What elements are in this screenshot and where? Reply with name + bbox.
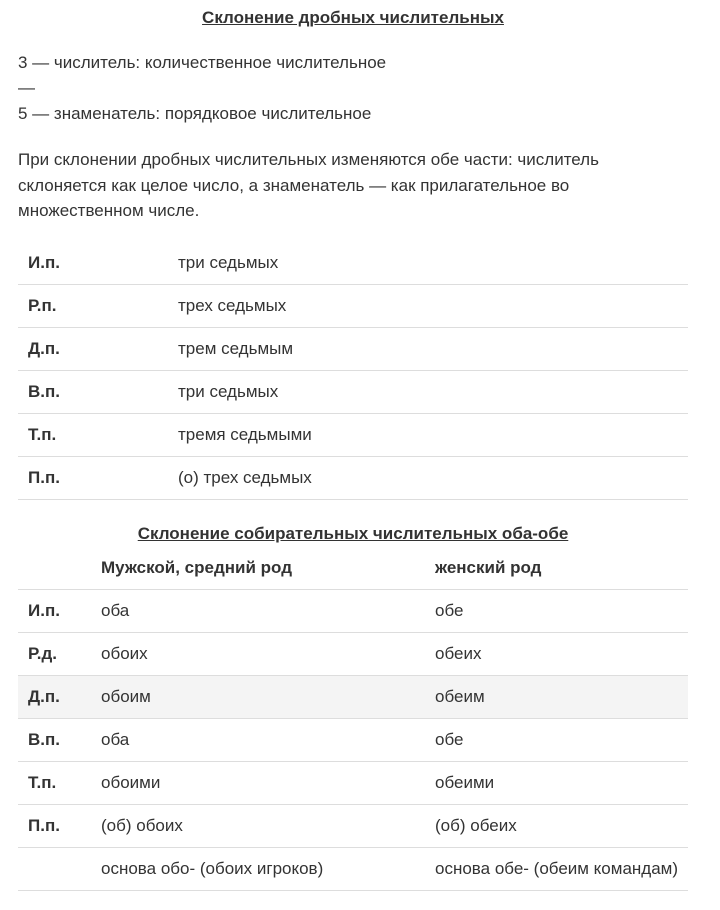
fractional-declension-table: И.п. три седьмых Р.п. трех седьмых Д.п. … [18,242,688,500]
case-form: трех седьмых [178,284,688,328]
table-row: П.п. (об) обоих (об) обеих [18,804,688,848]
case-label: В.п. [18,718,101,762]
case-form: трем седьмым [178,327,688,371]
masculine-form: (об) обоих [101,804,435,848]
fractional-explanation: При склонении дробных числительных измен… [18,150,599,220]
masculine-form: оба [101,718,435,762]
case-label: Т.п. [18,413,178,457]
collective-title: Склонение собирательных числительных оба… [137,524,569,543]
collective-declension-table: Мужской, средний род женский род И.п. об… [18,547,688,891]
table-row: Т.п. тремя седьмыми [18,413,688,457]
denominator-line: 5 — знаменатель: порядковое числительное [18,104,372,123]
case-form: тремя седьмыми [178,413,688,457]
fractional-title: Склонение дробных числительных [202,8,504,27]
numerator-line: 3 — числитель: количественное числительн… [18,53,387,72]
case-label: В.п. [18,370,178,414]
table-row: П.п. (о) трех седьмых [18,456,688,500]
table-row: Т.п. обоими обеими [18,761,688,805]
masculine-form: обоих [101,632,435,676]
case-label: Р.д. [18,632,101,676]
feminine-form: обеим [435,675,688,719]
case-label: Д.п. [18,675,101,719]
case-label: Т.п. [18,761,101,805]
header-masculine-neuter: Мужской, средний род [101,547,435,590]
case-form: три седьмых [178,370,688,414]
table-row: Д.п. трем седьмым [18,327,688,371]
feminine-form: обеих [435,632,688,676]
case-form: (о) трех седьмых [178,456,688,500]
fraction-bar-line: — [18,78,35,97]
feminine-form: (об) обеих [435,804,688,848]
case-label: П.п. [18,804,101,848]
case-label: Д.п. [18,327,178,371]
feminine-form: обе [435,589,688,633]
table-row: В.п. оба обе [18,718,688,762]
case-label [18,847,101,891]
table-header-row: Мужской, средний род женский род [18,547,688,590]
case-label: И.п. [18,589,101,633]
case-label: И.п. [18,242,178,285]
table-row: И.п. оба обе [18,589,688,633]
case-form: три седьмых [178,242,688,285]
table-row: В.п. три седьмых [18,370,688,414]
masculine-form: обоими [101,761,435,805]
feminine-form: основа обе- (обеим командам) [435,847,688,891]
masculine-form: обоим [101,675,435,719]
masculine-form: основа обо- (обоих игроков) [101,847,435,891]
masculine-form: оба [101,589,435,633]
feminine-form: обеими [435,761,688,805]
table-row: Р.п. трех седьмых [18,284,688,328]
table-row: основа обо- (обоих игроков) основа обе- … [18,847,688,891]
header-case [18,547,101,590]
case-label: П.п. [18,456,178,500]
table-row: Р.д. обоих обеих [18,632,688,676]
feminine-form: обе [435,718,688,762]
header-feminine: женский род [435,547,688,590]
case-label: Р.п. [18,284,178,328]
table-row: И.п. три седьмых [18,242,688,285]
table-row: Д.п. обоим обеим [18,675,688,719]
